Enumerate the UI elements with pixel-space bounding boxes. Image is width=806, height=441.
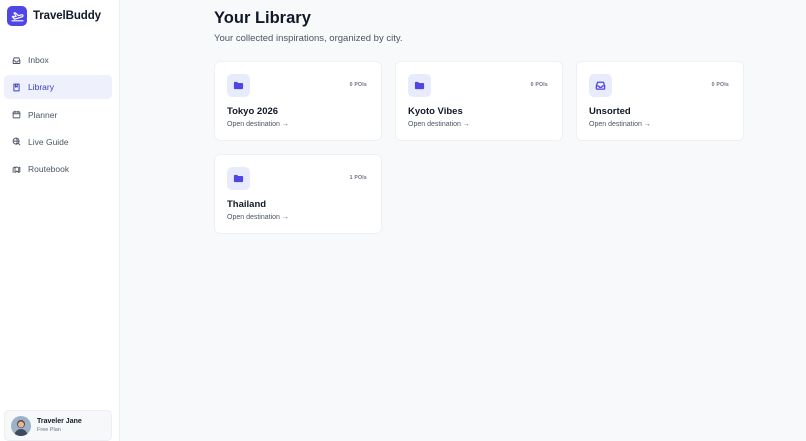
map-icon bbox=[12, 165, 21, 174]
destination-card[interactable]: 0 POIs Tokyo 2026 Open destination → bbox=[214, 61, 382, 141]
sidebar-item-label: Live Guide bbox=[28, 136, 69, 147]
folder-icon bbox=[408, 74, 431, 97]
page-subtitle: Your collected inspirations, organized b… bbox=[214, 33, 403, 44]
page-title: Your Library bbox=[214, 9, 311, 27]
calendar-icon bbox=[12, 110, 21, 119]
open-destination-link[interactable]: Open destination → bbox=[227, 214, 289, 221]
open-destination-link[interactable]: Open destination → bbox=[408, 121, 470, 128]
folder-icon bbox=[227, 74, 250, 97]
inbox-icon bbox=[12, 56, 21, 65]
user-profile[interactable]: Traveler Jane Free Plan bbox=[4, 410, 112, 441]
folder-icon bbox=[227, 167, 250, 190]
airplane-icon bbox=[7, 6, 27, 26]
poi-count-badge: 0 POIs bbox=[711, 82, 729, 88]
sidebar-item-inbox[interactable]: Inbox bbox=[4, 48, 112, 72]
sidebar-item-label: Library bbox=[28, 82, 54, 93]
user-plan: Free Plan bbox=[37, 426, 61, 433]
open-destination-link[interactable]: Open destination → bbox=[227, 121, 289, 128]
sidebar-item-live-guide[interactable]: Live Guide bbox=[4, 130, 112, 154]
user-name: Traveler Jane bbox=[37, 417, 82, 425]
brand[interactable]: TravelBuddy bbox=[7, 6, 101, 26]
poi-count-badge: 1 POIs bbox=[349, 175, 367, 181]
sidebar-item-label: Planner bbox=[28, 109, 58, 120]
inbox-icon bbox=[589, 74, 612, 97]
card-title: Thailand bbox=[227, 199, 267, 210]
poi-count-badge: 0 POIs bbox=[530, 82, 548, 88]
open-destination-link[interactable]: Open destination → bbox=[589, 121, 651, 128]
sidebar-item-planner[interactable]: Planner bbox=[4, 103, 112, 127]
card-title: Tokyo 2026 bbox=[227, 106, 279, 117]
card-title: Kyoto Vibes bbox=[408, 106, 463, 117]
sidebar-item-routebook[interactable]: Routebook bbox=[4, 157, 112, 181]
main-content: Your Library Your collected inspirations… bbox=[214, 9, 403, 44]
destination-card[interactable]: 0 POIs Kyoto Vibes Open destination → bbox=[395, 61, 563, 141]
book-icon bbox=[12, 83, 21, 92]
sidebar-item-library[interactable]: Library bbox=[4, 75, 112, 100]
card-title: Unsorted bbox=[589, 106, 631, 117]
brand-name: TravelBuddy bbox=[33, 10, 101, 22]
sidebar-item-label: Routebook bbox=[28, 164, 70, 175]
destination-card[interactable]: 0 POIs Unsorted Open destination → bbox=[576, 61, 744, 141]
poi-count-badge: 0 POIs bbox=[349, 82, 367, 88]
sidebar: TravelBuddy Inbox Library Planner Live G… bbox=[0, 0, 120, 441]
destination-card[interactable]: 1 POIs Thailand Open destination → bbox=[214, 154, 382, 234]
sidebar-item-label: Inbox bbox=[28, 55, 49, 65]
sidebar-nav: Inbox Library Planner Live Guide Routebo… bbox=[4, 48, 112, 184]
avatar bbox=[11, 415, 31, 436]
globe-icon bbox=[12, 137, 21, 146]
